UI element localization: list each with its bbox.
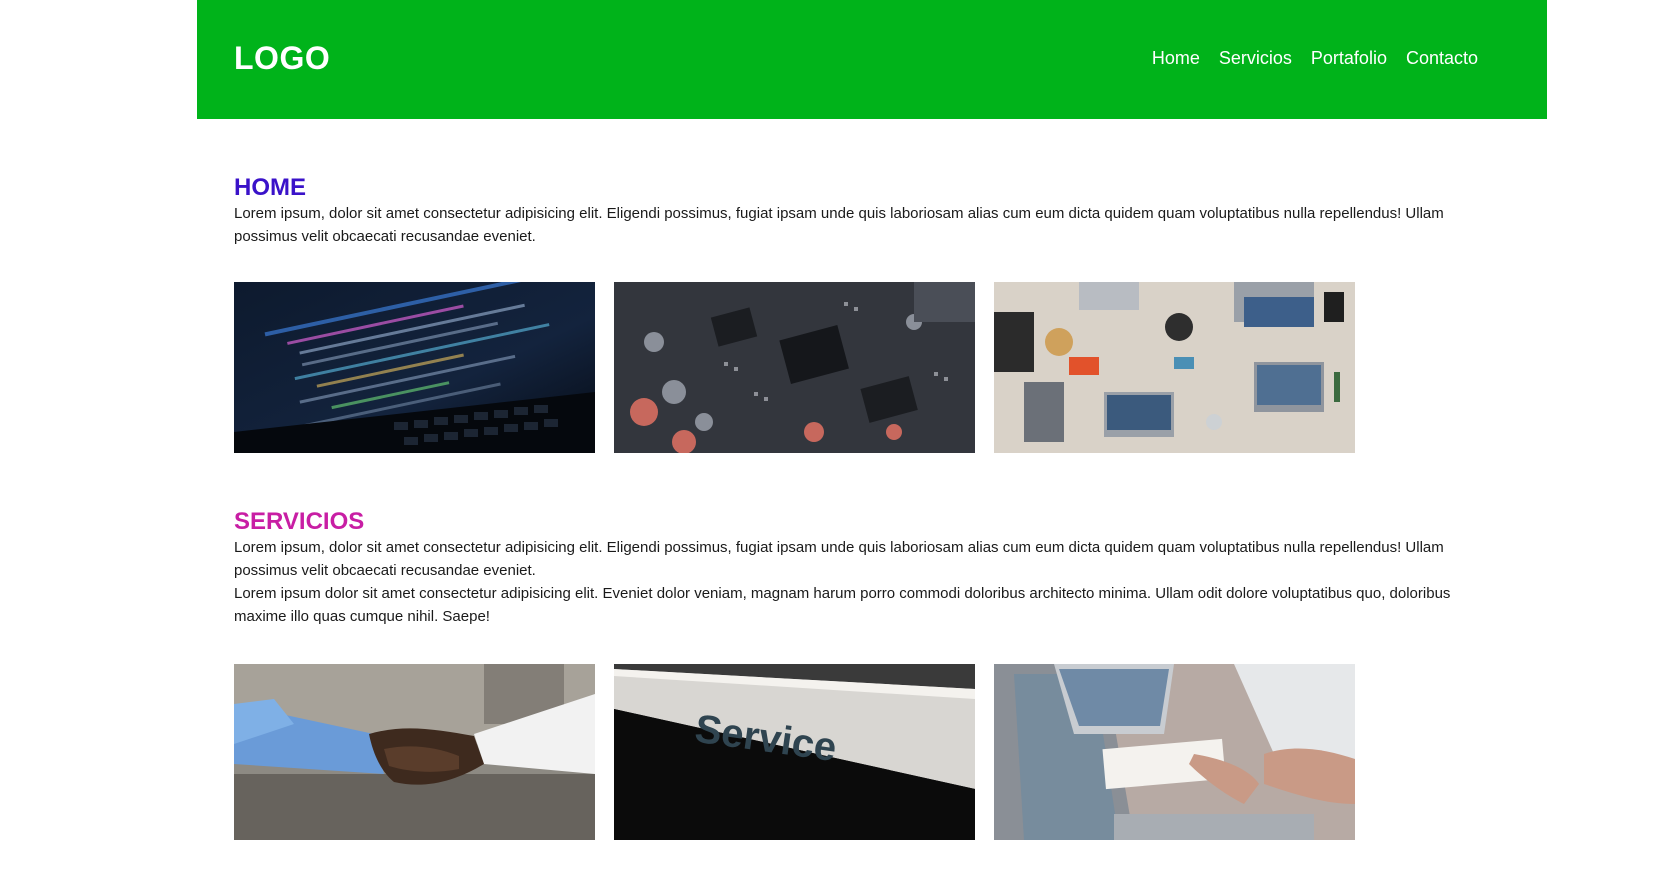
main-content: HOME Lorem ipsum, dolor sit amet consect… bbox=[197, 119, 1547, 840]
handshake-photo bbox=[234, 664, 595, 840]
nav-contacto[interactable]: Contacto bbox=[1406, 48, 1478, 69]
section-servicios: SERVICIOS Lorem ipsum, dolor sit amet co… bbox=[234, 453, 1467, 840]
service-sign-photo: Service bbox=[614, 664, 975, 840]
servicios-gallery: Service bbox=[234, 664, 1467, 840]
home-paragraph: Lorem ipsum, dolor sit amet consectetur … bbox=[234, 205, 1444, 245]
servicios-paragraph-1: Lorem ipsum, dolor sit amet consectetur … bbox=[234, 539, 1444, 579]
nav-portafolio[interactable]: Portafolio bbox=[1311, 48, 1387, 69]
circuit-board-photo bbox=[614, 282, 975, 453]
meeting-laptop-photo bbox=[994, 664, 1355, 840]
code-laptop-photo bbox=[234, 282, 595, 453]
section-home: HOME Lorem ipsum, dolor sit amet consect… bbox=[234, 119, 1467, 453]
servicios-paragraph-2: Lorem ipsum dolor sit amet consectetur a… bbox=[234, 585, 1451, 625]
main-nav: Home Servicios Portafolio Contacto bbox=[1152, 48, 1478, 69]
home-title: HOME bbox=[234, 174, 306, 201]
team-desk-laptops-photo bbox=[994, 282, 1355, 453]
servicios-title: SERVICIOS bbox=[234, 508, 365, 535]
home-gallery bbox=[234, 282, 1467, 453]
page: LOGO Home Servicios Portafolio Contacto … bbox=[197, 0, 1547, 840]
site-header: LOGO Home Servicios Portafolio Contacto bbox=[197, 0, 1547, 119]
nav-home[interactable]: Home bbox=[1152, 48, 1200, 69]
logo[interactable]: LOGO bbox=[234, 40, 330, 77]
nav-servicios[interactable]: Servicios bbox=[1219, 48, 1292, 69]
